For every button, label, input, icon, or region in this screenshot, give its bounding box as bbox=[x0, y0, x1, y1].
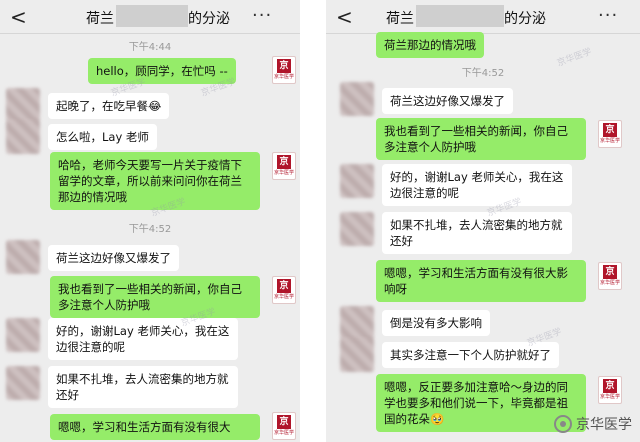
message-bubble-in[interactable]: 好的，谢谢Lay 老师关心，我在这边很注意的呢 bbox=[382, 164, 572, 206]
logo-mark: 京 bbox=[277, 415, 291, 429]
timestamp: 下午4:52 bbox=[461, 68, 505, 79]
message-bubble-out[interactable]: hello，顾同学，在忙吗 -- bbox=[88, 58, 236, 84]
brand-name: 京华医学 bbox=[576, 417, 632, 433]
message-bubble-out[interactable]: 哈哈，老师今天要写一片关于疫情下留学的文章，所以前来问问你在荷兰那边的情况哦 bbox=[50, 152, 260, 210]
chat-panel-right: < 荷兰 的分泌 ··· 荷兰那边的情况哦 下午4:52 荷兰这边好像又爆发了 … bbox=[326, 0, 640, 442]
logo-mark: 京 bbox=[277, 155, 291, 169]
logo-caption: 京华医学 bbox=[599, 280, 620, 286]
logo-mark: 京 bbox=[603, 379, 617, 393]
chat-header: < 荷兰 的分泌 ··· bbox=[0, 0, 300, 34]
more-icon[interactable]: ··· bbox=[252, 5, 272, 26]
avatar-self[interactable]: 京京华医学 bbox=[272, 412, 296, 440]
avatar-self[interactable]: 京京华医学 bbox=[272, 56, 296, 84]
avatar-contact[interactable] bbox=[340, 82, 374, 116]
message-bubble-out[interactable]: 我也看到了一些相关的新闻，你自己多注意个人防护哦 bbox=[376, 118, 586, 160]
avatar-contact[interactable] bbox=[340, 164, 374, 198]
wechat-official-account-icon bbox=[554, 415, 572, 433]
avatar-self[interactable]: 京京华医学 bbox=[598, 120, 622, 148]
chat-title-prefix: 荷兰 bbox=[86, 11, 114, 27]
message-bubble-out[interactable]: 荷兰那边的情况哦 bbox=[376, 32, 484, 58]
chat-panel-left: < 荷兰 的分泌 ··· 下午4:44 hello，顾同学，在忙吗 -- 京京华… bbox=[0, 0, 300, 442]
name-redaction bbox=[416, 5, 504, 27]
message-bubble-out[interactable]: 嗯嗯，学习和生活方面有没有很大影响呀 bbox=[376, 260, 586, 302]
message-bubble-in[interactable]: 如果不扎堆，去人流密集的地方就还好 bbox=[48, 366, 238, 408]
logo-caption: 京华医学 bbox=[273, 430, 294, 436]
message-bubble-in[interactable]: 如果不扎堆，去人流密集的地方就还好 bbox=[382, 212, 572, 254]
back-arrow-icon[interactable]: < bbox=[10, 7, 30, 27]
message-bubble-in[interactable]: 荷兰这边好像又爆发了 bbox=[48, 245, 179, 271]
message-bubble-in[interactable]: 起晚了，在吃早餐😂 bbox=[48, 93, 170, 119]
message-bubble-in[interactable]: 好的，谢谢Lay 老师关心，我在这边很注意的呢 bbox=[48, 318, 238, 360]
logo-caption: 京华医学 bbox=[273, 74, 294, 80]
avatar-self[interactable]: 京京华医学 bbox=[598, 376, 622, 404]
chat-title-prefix: 荷兰 bbox=[386, 11, 414, 27]
more-icon[interactable]: ··· bbox=[598, 5, 618, 26]
logo-caption: 京华医学 bbox=[599, 138, 620, 144]
message-bubble-in[interactable]: 其实多注意一下个人防护就好了 bbox=[382, 342, 559, 368]
avatar-self[interactable]: 京京华医学 bbox=[272, 276, 296, 304]
chat-title-suffix: 的分泌 bbox=[504, 11, 546, 27]
logo-mark: 京 bbox=[277, 59, 291, 73]
logo-caption: 京华医学 bbox=[273, 170, 294, 176]
chat-title-suffix: 的分泌 bbox=[188, 11, 230, 27]
avatar-contact[interactable] bbox=[6, 318, 40, 352]
logo-mark: 京 bbox=[603, 123, 617, 137]
avatar-self[interactable]: 京京华医学 bbox=[272, 152, 296, 180]
message-bubble-out[interactable]: 我也看到了一些相关的新闻，你自己多注意个人防护哦 bbox=[50, 276, 260, 318]
avatar-contact[interactable] bbox=[340, 306, 374, 340]
timestamp: 下午4:44 bbox=[128, 42, 172, 53]
message-bubble-out[interactable]: 嗯嗯，学习和生活方面有没有很大 bbox=[50, 414, 260, 440]
avatar-contact[interactable] bbox=[6, 88, 40, 122]
name-redaction bbox=[116, 5, 188, 27]
brand-watermark: 京华医学 bbox=[554, 414, 632, 434]
avatar-contact[interactable] bbox=[6, 366, 40, 400]
avatar-contact[interactable] bbox=[340, 338, 374, 372]
avatar-self[interactable]: 京京华医学 bbox=[598, 262, 622, 290]
avatar-contact[interactable] bbox=[6, 240, 40, 274]
logo-mark: 京 bbox=[603, 265, 617, 279]
message-bubble-in[interactable]: 怎么啦，Lay 老师 bbox=[48, 124, 157, 150]
timestamp: 下午4:52 bbox=[128, 224, 172, 235]
logo-caption: 京华医学 bbox=[273, 294, 294, 300]
message-bubble-in[interactable]: 荷兰这边好像又爆发了 bbox=[382, 88, 513, 114]
message-bubble-in[interactable]: 倒是没有多大影响 bbox=[382, 310, 490, 336]
avatar-contact[interactable] bbox=[6, 120, 40, 154]
back-arrow-icon[interactable]: < bbox=[336, 7, 356, 27]
logo-mark: 京 bbox=[277, 279, 291, 293]
logo-caption: 京华医学 bbox=[599, 394, 620, 400]
avatar-contact[interactable] bbox=[340, 212, 374, 246]
chat-header: < 荷兰 的分泌 ··· bbox=[326, 0, 640, 34]
